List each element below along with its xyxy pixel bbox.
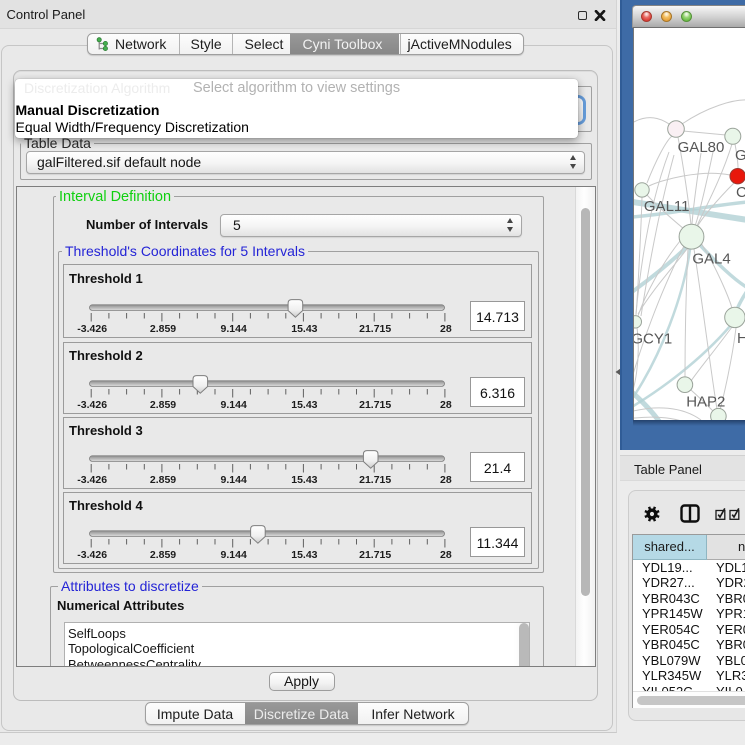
svg-text:GA: GA bbox=[735, 147, 745, 164]
svg-text:C: C bbox=[736, 184, 745, 201]
svg-text:HAP2: HAP2 bbox=[686, 394, 725, 411]
svg-text:GAL4: GAL4 bbox=[692, 251, 730, 268]
svg-text:GAL11: GAL11 bbox=[644, 198, 690, 215]
svg-text:HI: HI bbox=[737, 330, 745, 347]
svg-text:GCY1: GCY1 bbox=[633, 331, 672, 348]
svg-text:GAL80: GAL80 bbox=[678, 139, 725, 156]
